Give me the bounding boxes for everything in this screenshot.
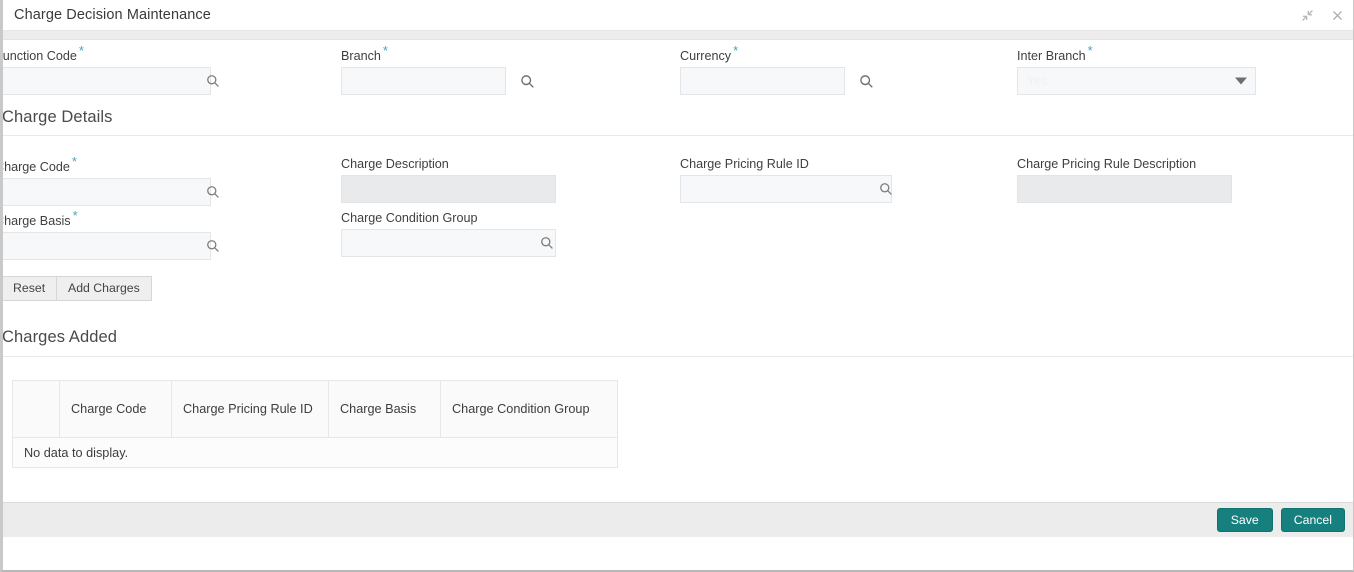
field-charge-basis: Charge Basis* <box>3 208 227 261</box>
table-empty-row: No data to display. <box>12 437 618 468</box>
charge-condition-group-input[interactable] <box>341 229 556 257</box>
charge-details-heading: Charge Details <box>3 108 113 126</box>
column-header-charge-pricing-rule-id[interactable]: Charge Pricing Rule ID <box>171 380 329 438</box>
search-icon[interactable] <box>516 67 538 95</box>
form-body: Function Code * Branch * Currency * Inte… <box>3 40 1353 537</box>
column-header-charge-code[interactable]: Charge Code <box>59 380 172 438</box>
charges-added-heading: Charges Added <box>3 328 118 346</box>
search-icon[interactable] <box>855 67 877 95</box>
search-icon[interactable] <box>204 72 222 90</box>
search-icon[interactable] <box>877 180 895 198</box>
close-icon[interactable] <box>1327 6 1347 26</box>
charges-added-table: Charge Code Charge Pricing Rule ID Charg… <box>12 380 618 468</box>
empty-message: No data to display. <box>12 437 618 468</box>
field-label: Charge Pricing Rule Description <box>1017 157 1197 171</box>
required-asterisk: * <box>71 154 77 169</box>
field-label: Currency * <box>680 43 739 64</box>
table-header-row: Charge Code Charge Pricing Rule ID Charg… <box>12 380 618 438</box>
search-icon[interactable] <box>204 183 222 201</box>
charge-basis-inputwrap <box>3 232 227 261</box>
charge-decision-maintenance-window: Charge Decision Maintenance Function Cod… <box>0 0 1354 572</box>
charge-pricing-rule-id-input[interactable] <box>680 175 892 203</box>
field-charge-code: Charge Code* <box>3 154 227 207</box>
required-asterisk: * <box>72 208 78 223</box>
charge-details-divider <box>3 135 1353 136</box>
search-icon[interactable] <box>204 237 222 255</box>
window-title: Charge Decision Maintenance <box>14 7 211 23</box>
field-label: Function Code * <box>3 43 84 64</box>
currency-inputwrap <box>680 67 910 96</box>
field-label: Branch * <box>341 43 388 64</box>
chevron-down-icon <box>1235 77 1247 85</box>
charge-pricing-rule-description-readonly <box>1017 175 1232 203</box>
charge-condition-group-inputwrap <box>341 229 561 257</box>
table-body: No data to display. <box>12 437 618 468</box>
field-label: Charge Description <box>341 157 449 171</box>
cancel-button[interactable]: Cancel <box>1280 508 1345 532</box>
currency-input[interactable] <box>680 67 845 96</box>
add-charges-button[interactable]: Add Charges <box>56 276 152 301</box>
inter-branch-select[interactable]: Yes <box>1017 67 1256 96</box>
reset-button[interactable]: Reset <box>3 276 58 301</box>
field-label: Charge Condition Group <box>341 211 478 225</box>
search-icon[interactable] <box>538 234 556 252</box>
inter-branch-value: Yes <box>1027 74 1048 89</box>
field-charge-pricing-rule-id: Charge Pricing Rule ID <box>680 157 900 203</box>
function-code-inputwrap <box>3 67 227 96</box>
titlebar-underbar <box>3 31 1353 40</box>
dialog-footer: Save Cancel <box>3 502 1353 537</box>
column-header-charge-condition-group[interactable]: Charge Condition Group <box>440 380 618 438</box>
window-titlebar: Charge Decision Maintenance <box>3 0 1353 31</box>
column-header-select[interactable] <box>12 380 60 438</box>
charge-description-readonly <box>341 175 556 203</box>
field-label: Charge Basis* <box>3 208 78 229</box>
branch-input[interactable] <box>341 67 506 96</box>
required-asterisk: * <box>382 43 388 58</box>
field-label: Charge Code* <box>3 154 77 175</box>
charge-code-inputwrap <box>3 178 227 207</box>
charge-basis-input[interactable] <box>3 232 211 261</box>
field-function-code: Function Code * <box>3 43 227 96</box>
field-label: Inter Branch * <box>1017 43 1093 64</box>
field-currency: Currency * <box>680 43 910 96</box>
charge-pricing-rule-id-inputwrap <box>680 175 900 203</box>
required-asterisk: * <box>78 43 84 58</box>
field-inter-branch: Inter Branch * Yes <box>1017 43 1257 96</box>
function-code-input[interactable] <box>3 67 211 96</box>
required-asterisk: * <box>1087 43 1093 58</box>
branch-inputwrap <box>341 67 571 96</box>
field-branch: Branch * <box>341 43 571 96</box>
field-charge-condition-group: Charge Condition Group <box>341 211 561 257</box>
charge-code-input[interactable] <box>3 178 211 207</box>
save-button[interactable]: Save <box>1216 508 1273 532</box>
window-controls <box>1297 0 1347 31</box>
field-label: Charge Pricing Rule ID <box>680 157 809 171</box>
column-header-charge-basis[interactable]: Charge Basis <box>328 380 441 438</box>
required-asterisk: * <box>733 43 739 58</box>
field-charge-description: Charge Description <box>341 157 561 203</box>
charges-added-divider <box>3 356 1353 357</box>
field-charge-pricing-rule-description: Charge Pricing Rule Description <box>1017 157 1237 203</box>
collapse-arrows-icon[interactable] <box>1297 6 1317 26</box>
